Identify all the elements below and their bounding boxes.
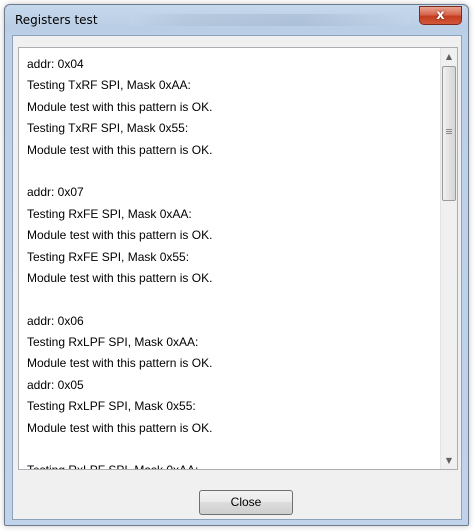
log-line: Module test with this pattern is OK. — [27, 228, 213, 243]
log-line: Module test with this pattern is OK. — [27, 270, 213, 285]
log-line: Testing RxLPF SPI, Mask 0xAA: — [27, 460, 437, 469]
window-title: Registers test — [15, 13, 98, 27]
log-line: Module test with this pattern is OK. — [27, 420, 213, 435]
log-text: addr: 0x04 Testing TxRF SPI, Mask 0xAA: Mo… — [27, 54, 437, 469]
close-icon: x — [436, 8, 445, 23]
log-line: Testing TxRF SPI, Mask 0xAA: — [27, 78, 191, 93]
log-line: Testing RxLPF SPI, Mask 0x55: — [27, 399, 196, 414]
log-line: Module test with this pattern is OK. — [27, 142, 213, 157]
log-line: addr: 0x04 — [27, 57, 84, 71]
scrollbar-thumb[interactable] — [442, 66, 456, 201]
log-output-textarea[interactable]: addr: 0x04 Testing TxRF SPI, Mask 0xAA: Mo… — [18, 47, 458, 470]
thumb-grip-line — [446, 133, 452, 134]
scroll-up-arrow-icon[interactable]: ▲ — [441, 48, 457, 65]
dialog-client-area: addr: 0x04 Testing TxRF SPI, Mask 0xAA: Mo… — [12, 35, 462, 520]
log-line: addr: 0x05 — [27, 377, 84, 392]
log-line: Testing RxLPF SPI, Mask 0xAA: — [27, 335, 199, 350]
log-line: Testing RxFE SPI, Mask 0x55: — [27, 249, 190, 264]
log-line: addr: 0x07 — [27, 185, 84, 200]
scroll-down-arrow-icon[interactable]: ▼ — [441, 452, 457, 469]
title-bar[interactable]: Registers test x — [5, 5, 468, 35]
log-line: Testing TxRF SPI, Mask 0x55: — [27, 121, 189, 136]
title-bar-glass-blur — [130, 14, 410, 26]
thumb-grip-line — [446, 131, 452, 132]
log-line: Module test with this pattern is OK. — [27, 99, 213, 114]
log-line: Testing RxFE SPI, Mask 0xAA: — [27, 206, 192, 221]
registers-test-dialog: Registers test x addr: 0x04 Testing TxRF … — [4, 4, 469, 526]
window-close-button[interactable]: x — [419, 6, 462, 25]
thumb-grip-line — [446, 129, 452, 130]
log-line: addr: 0x06 — [27, 313, 84, 328]
vertical-scrollbar[interactable]: ▲ ▼ — [440, 48, 457, 469]
close-button[interactable]: Close — [199, 490, 293, 515]
log-line: Module test with this pattern is OK. — [27, 356, 213, 371]
